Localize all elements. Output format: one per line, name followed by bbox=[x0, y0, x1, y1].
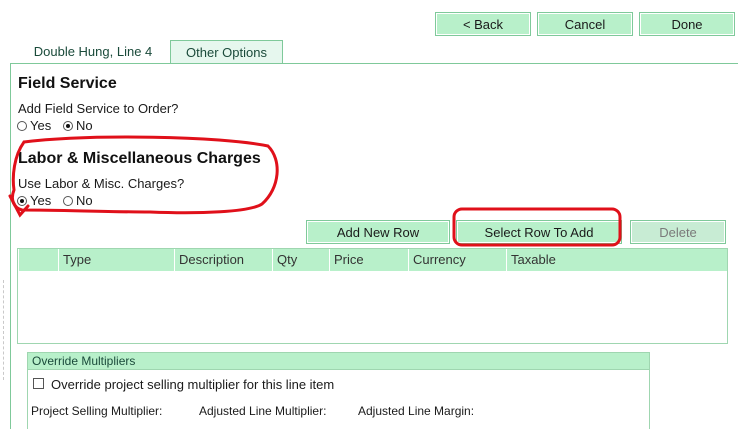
red-annotation-tick bbox=[8, 194, 30, 218]
red-annotation-box-select-row bbox=[452, 207, 622, 247]
red-annotation-circle-labor bbox=[10, 135, 279, 215]
annotation-overlay bbox=[8, 135, 622, 247]
